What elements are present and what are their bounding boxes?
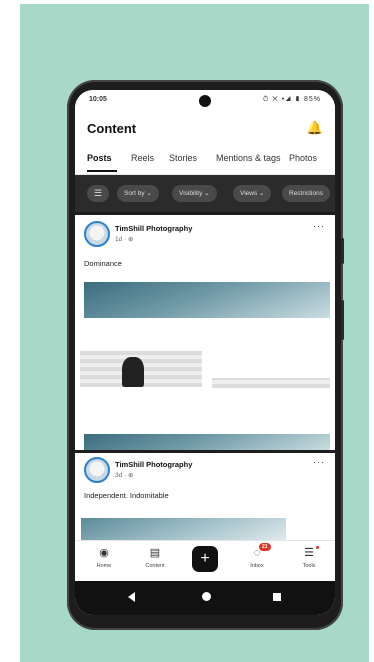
active-tab-indicator — [87, 170, 117, 172]
post-card[interactable]: TimShill Photography 3d · ⊕ ··· Independ… — [75, 453, 335, 540]
post-author[interactable]: TimShill Photography — [115, 224, 192, 233]
post-meta: 1d · ⊕ — [115, 236, 134, 243]
power-button — [341, 300, 344, 340]
status-time: 10:05 — [89, 96, 107, 103]
avatar[interactable] — [84, 457, 110, 483]
post-caption: Dominance — [84, 259, 122, 268]
home-icon: ◉ — [99, 547, 109, 559]
nav-label: Tools — [302, 563, 316, 569]
menu-icon: ☰ — [304, 547, 314, 559]
nav-tools[interactable]: ☰ Tools — [289, 546, 329, 569]
nav-content[interactable]: ▤ Content — [135, 546, 175, 569]
back-icon[interactable] — [128, 592, 135, 602]
sort-by-chip[interactable]: Sort by ⌄ — [117, 185, 159, 202]
tab-stories[interactable]: Stories — [169, 153, 197, 163]
nav-label: Inbox — [250, 563, 264, 569]
more-options-icon[interactable]: ··· — [313, 221, 325, 231]
nav-home[interactable]: ◉ Home — [84, 546, 124, 569]
post-image[interactable] — [80, 351, 202, 387]
home-button-icon[interactable] — [202, 592, 211, 601]
tab-reels[interactable]: Reels — [131, 153, 154, 163]
tab-photos[interactable]: Photos — [289, 153, 317, 163]
phone-screen: 10:05 ⏱ ✕ ▾◢ ▮ 85% Content 🔔 Posts Reels… — [75, 90, 335, 615]
tab-posts[interactable]: Posts — [87, 153, 112, 163]
post-image[interactable] — [84, 434, 330, 450]
avatar[interactable] — [84, 221, 110, 247]
front-camera — [199, 95, 211, 107]
status-icons: ⏱ ✕ ▾◢ ▮ 85% — [262, 96, 321, 103]
person-silhouette — [122, 357, 144, 387]
views-chip[interactable]: Views ⌄ — [233, 185, 272, 202]
content-tabs: Posts Reels Stories Mentions & tags Phot… — [75, 144, 335, 175]
post-image[interactable] — [212, 378, 330, 388]
page-title: Content — [87, 121, 137, 136]
post-meta: 3d · ⊕ — [115, 472, 134, 479]
inbox-icon: ◌ — [253, 547, 261, 559]
status-bar: 10:05 ⏱ ✕ ▾◢ ▮ 85% — [75, 90, 335, 112]
nav-label: Content — [145, 563, 165, 569]
post-image[interactable] — [84, 282, 330, 318]
inbox-badge: 21 — [259, 543, 271, 551]
visibility-chip[interactable]: Visibility ⌄ — [172, 185, 217, 202]
post-card[interactable]: TimShill Photography 1d · ⊕ ··· Dominanc… — [75, 215, 335, 450]
content-icon: ▤ — [149, 547, 161, 559]
filter-settings-icon[interactable]: ☰ — [87, 185, 109, 202]
post-author[interactable]: TimShill Photography — [115, 460, 192, 469]
more-options-icon[interactable]: ··· — [313, 457, 325, 467]
notification-bell-icon[interactable]: 🔔 — [307, 120, 323, 136]
recent-apps-icon[interactable] — [273, 593, 281, 601]
system-navigation-bar — [75, 581, 335, 615]
post-image[interactable] — [81, 518, 286, 540]
app-header: Content 🔔 — [75, 112, 335, 144]
restrictions-chip[interactable]: Restrictions — [282, 185, 330, 202]
nav-inbox[interactable]: ◌ 21 Inbox — [237, 543, 277, 569]
filter-bar: ☰ Sort by ⌄ Visibility ⌄ Views ⌄ Restric… — [75, 175, 335, 212]
nav-label: Home — [96, 563, 112, 569]
create-post-button[interactable]: + — [192, 546, 218, 572]
tab-mentions-tags[interactable]: Mentions & tags — [216, 153, 281, 163]
volume-button — [341, 238, 344, 264]
notification-dot — [316, 546, 319, 549]
post-caption: Independent. Indomitable — [84, 491, 169, 500]
